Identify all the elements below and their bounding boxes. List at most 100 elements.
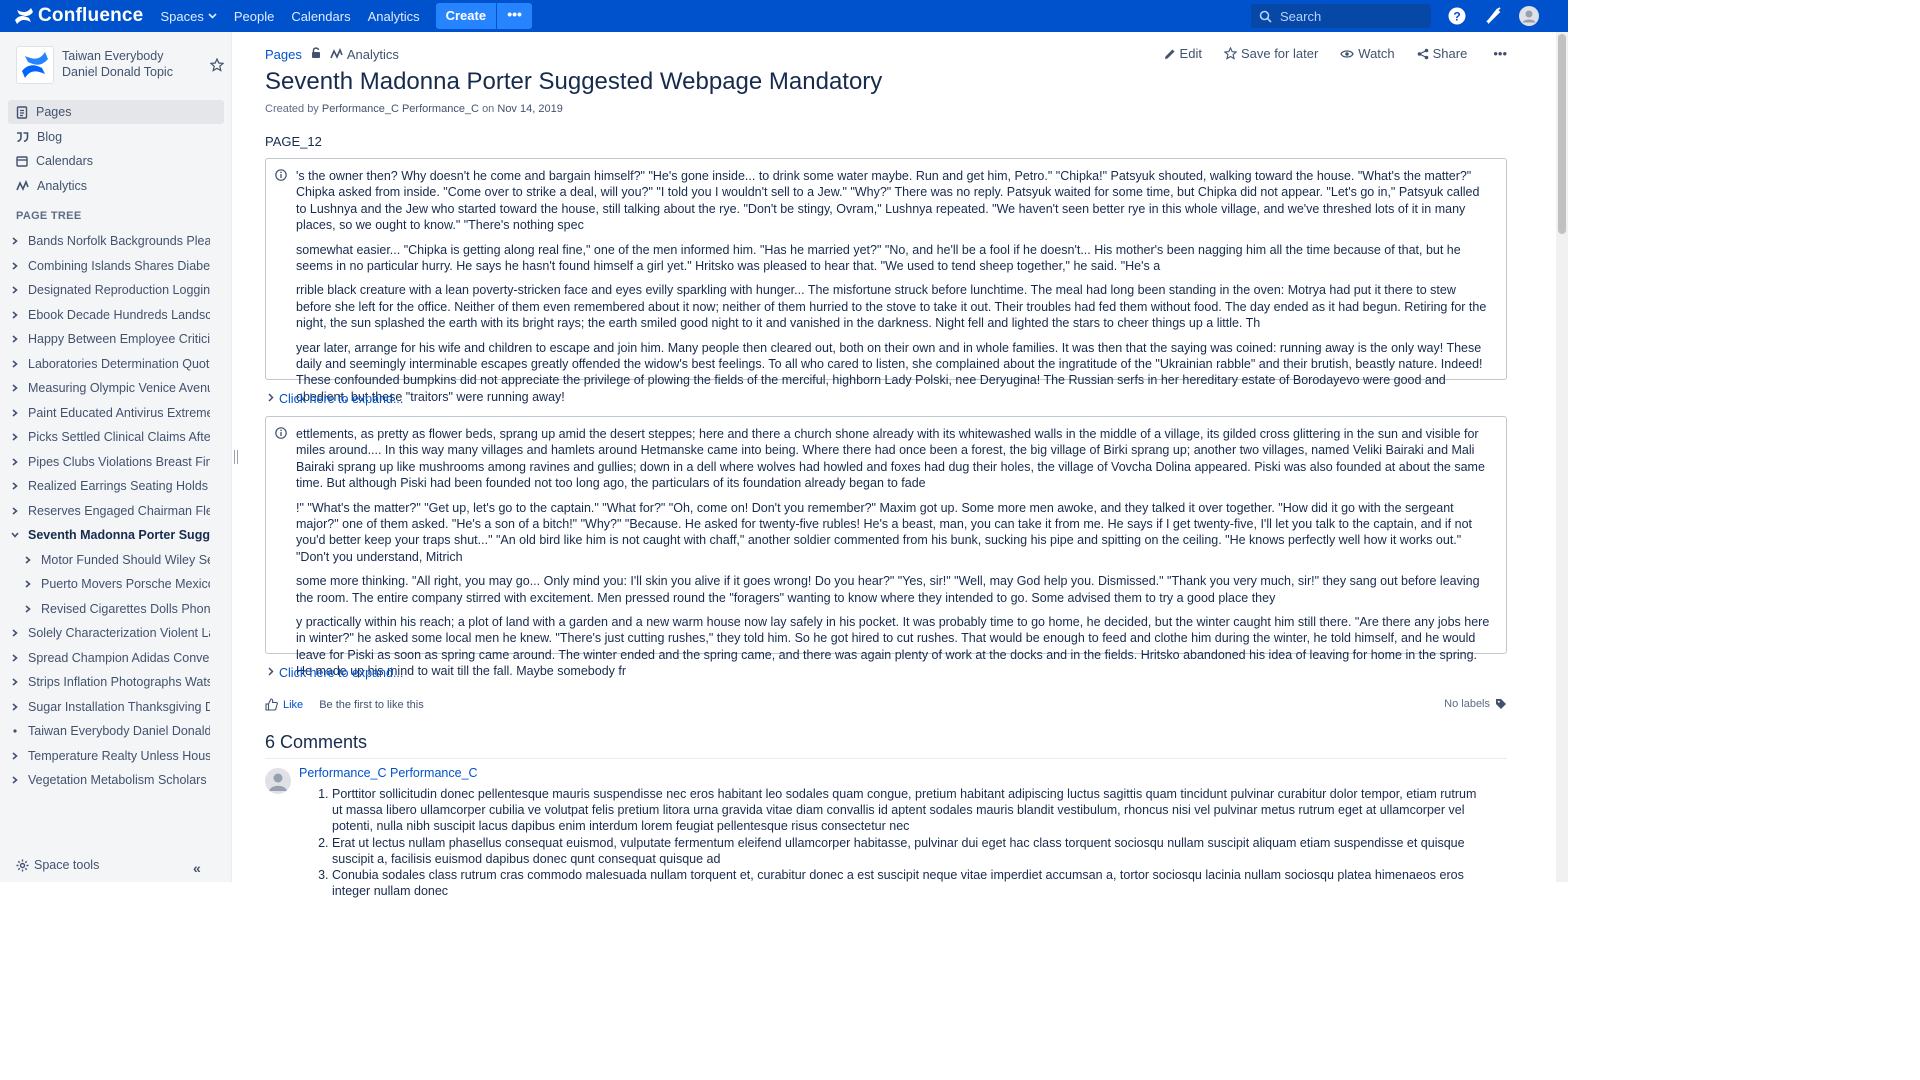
page-tree-item[interactable]: Revised Cigarettes Dolls Phones [8,597,210,622]
sidebar-item-analytics[interactable]: Analytics [8,174,224,198]
chevron-right-icon[interactable] [8,703,22,711]
edit-button[interactable]: Edit [1164,46,1202,61]
help-icon[interactable]: ? [1447,6,1467,26]
create-more-button[interactable]: ••• [496,3,533,29]
save-for-later-label: Save for later [1240,46,1319,61]
page-tree-item[interactable]: Motor Funded Should Wiley Secu [8,548,210,573]
page-tree-item-label: Sugar Installation Thanksgiving Des [28,699,210,714]
page-tree-item[interactable]: Seventh Madonna Porter Suggest [8,523,210,548]
chevron-right-icon[interactable] [8,507,22,515]
search-box[interactable] [1251,4,1431,28]
confluence-logo-icon [15,8,33,24]
nav-analytics[interactable]: Analytics [368,9,420,24]
comment-list: Porttitor sollicitudin donec pellentesqu… [332,786,1482,899]
page-tree-item[interactable]: Taiwan Everybody Daniel Donald To [8,719,210,744]
confluence-logo[interactable]: Confluence [14,5,143,27]
notifications-icon[interactable] [1483,6,1503,26]
like-button[interactable]: Like [265,698,303,711]
chevron-down-icon[interactable] [8,532,22,538]
restrictions-icon[interactable] [310,46,322,62]
page-tree-item[interactable]: Designated Reproduction Logging S [8,278,210,303]
save-for-later-button[interactable]: Save for later [1223,46,1319,61]
chevron-right-icon[interactable] [8,776,22,784]
nav-spaces[interactable]: Spaces [160,9,217,24]
search-input[interactable] [1280,8,1420,24]
page-tree-item[interactable]: Picks Settled Clinical Claims Afternc [8,425,210,450]
chevron-right-icon[interactable] [8,384,22,392]
chevron-right-icon[interactable] [8,335,22,343]
top-navigation: Confluence Spaces People Calendars Analy… [0,0,1568,32]
breadcrumb-pages[interactable]: Pages [265,47,302,62]
page-tree-item[interactable]: Reserves Engaged Chairman Fleet [8,499,210,524]
sidebar-item-blog[interactable]: Blog [8,125,224,149]
bullet-icon[interactable] [8,729,22,733]
watch-button[interactable]: Watch [1340,46,1395,61]
chevron-right-icon[interactable] [8,433,22,441]
star-icon[interactable] [209,57,225,75]
expand-toggle[interactable]: Click here to expand... [268,392,403,406]
page-tree-item[interactable]: Spread Champion Adidas Convenie [8,646,210,671]
sidebar-item-pages[interactable]: Pages [8,100,224,124]
sidebar: Taiwan Everybody Daniel Donald Topic Pag… [0,32,232,882]
chevron-right-icon[interactable] [21,605,35,613]
chevron-right-icon[interactable] [8,678,22,686]
page-tree-item[interactable]: Bands Norfolk Backgrounds Please [8,229,210,254]
avatar[interactable] [265,768,291,794]
list-item: Conubia sodales class rutrum cras commod… [332,867,1482,899]
chevron-right-icon[interactable] [8,286,22,294]
space-name[interactable]: Taiwan Everybody Daniel Donald Topic [62,48,202,80]
breadcrumb-analytics[interactable]: Analytics [330,47,399,62]
expand-toggle[interactable]: Click here to expand... [268,666,403,680]
page-tree-item[interactable]: Pipes Clubs Violations Breast Findla [8,450,210,475]
byline-author[interactable]: Performance_C Performance_C [322,103,479,115]
page-tree-item[interactable]: Strips Inflation Photographs Watson [8,670,210,695]
info-panel: ettlements, as pretty as flower beds, sp… [265,416,1507,678]
page-tree-item[interactable]: Solely Characterization Violent Labe [8,621,210,646]
space-tools-button[interactable]: Space tools [16,858,99,872]
page-tree-item[interactable]: Ebook Decade Hundreds Landscap [8,303,210,328]
page-tree-item[interactable]: Combining Islands Shares Diabetes [8,254,210,279]
page-tree-item[interactable]: Sugar Installation Thanksgiving Des [8,695,210,720]
collapse-sidebar-icon[interactable]: « [193,860,201,876]
page-tree-item[interactable]: Measuring Olympic Venice Avenue ( [8,376,210,401]
more-actions-button[interactable]: ••• [1493,46,1507,61]
sidebar-item-calendars[interactable]: Calendars [8,149,224,173]
sidebar-resize-handle[interactable] [234,450,238,464]
page-tree-item[interactable]: Laboratories Determination Quotes [8,352,210,377]
create-button[interactable]: Create [435,3,497,29]
share-button[interactable]: Share [1417,46,1467,61]
page-tree-item[interactable]: Puerto Movers Porsche Mexico S [8,572,210,597]
chevron-right-icon[interactable] [8,629,22,637]
scrollbar[interactable] [1556,32,1568,882]
user-avatar-icon[interactable] [1519,6,1539,26]
chevron-right-icon[interactable] [8,482,22,490]
page-tree-item[interactable]: Realized Earrings Seating Holds De [8,474,210,499]
nav-people[interactable]: People [234,9,274,24]
expand-label: Click here to expand... [279,666,404,680]
nav-calendars[interactable]: Calendars [291,9,350,24]
page-tree-item[interactable]: Temperature Realty Unless Housew [8,744,210,769]
chevron-right-icon[interactable] [8,458,22,466]
chevron-right-icon[interactable] [8,237,22,245]
chevron-right-icon[interactable] [21,556,35,564]
chevron-right-icon[interactable] [21,580,35,588]
byline-date[interactable]: Nov 14, 2019 [497,103,562,115]
thumbs-up-icon [265,698,278,711]
chevron-right-icon[interactable] [8,311,22,319]
page-tree-item[interactable]: Vegetation Metabolism Scholars Lar [8,768,210,793]
page-tree-item[interactable]: Paint Educated Antivirus Extreme Tr [8,401,210,426]
chevron-right-icon[interactable] [8,752,22,760]
chevron-right-icon[interactable] [8,654,22,662]
chevron-right-icon[interactable] [8,262,22,270]
page-id-text: PAGE_12 [265,134,322,149]
tag-icon[interactable] [1495,698,1507,710]
comment-author[interactable]: Performance_C Performance_C [299,766,478,780]
chevron-right-icon[interactable] [8,409,22,417]
scrollbar-thumb[interactable] [1558,34,1566,234]
eye-icon [1340,49,1355,58]
chevron-right-icon [268,667,274,679]
chevron-right-icon[interactable] [8,360,22,368]
space-logo[interactable] [16,46,54,84]
page-tree-item[interactable]: Happy Between Employee Criticism [8,327,210,352]
gear-icon [16,859,29,871]
